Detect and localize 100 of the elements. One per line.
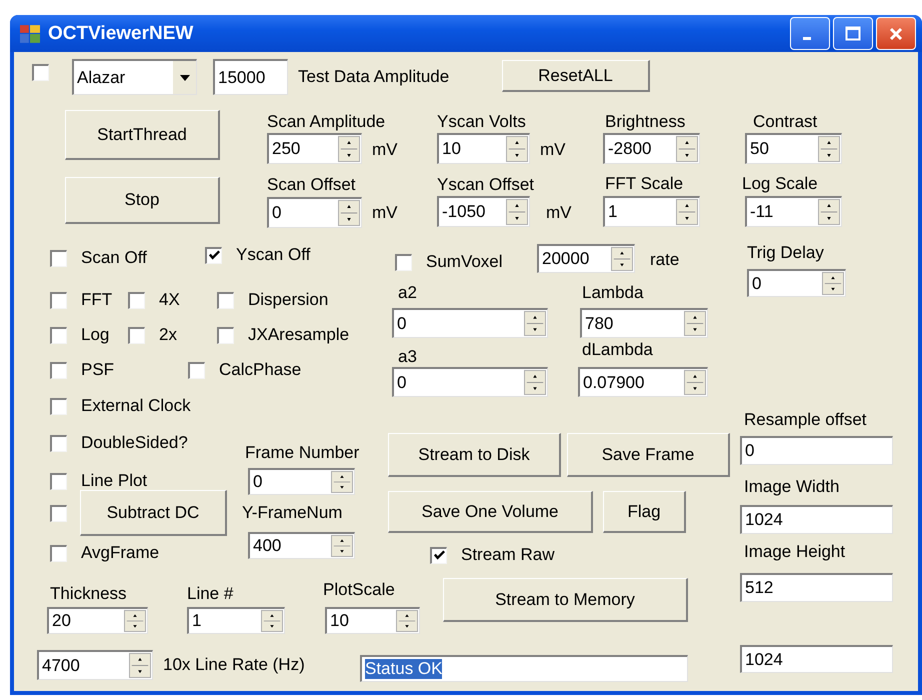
checkbox-label[interactable]: AvgFrame — [81, 542, 160, 564]
spinner-buttons[interactable] — [338, 200, 360, 226]
button[interactable]: Flag — [603, 491, 686, 533]
spinner-buttons[interactable] — [684, 370, 706, 395]
number-field[interactable]: 0.07900 — [578, 367, 708, 397]
checkbox[interactable] — [50, 250, 67, 266]
spinner-buttons[interactable] — [524, 311, 546, 336]
number-field[interactable]: 20000 — [537, 244, 635, 272]
button[interactable]: Stop — [65, 176, 220, 224]
checkbox[interactable] — [50, 434, 67, 452]
spinner-buttons[interactable] — [261, 610, 283, 632]
spinner-buttons[interactable] — [506, 198, 528, 224]
checkbox-label[interactable]: PSF — [81, 359, 114, 381]
spinner-buttons[interactable] — [506, 136, 528, 162]
dropdown[interactable]: Alazar — [72, 59, 197, 95]
text-field[interactable]: 15000 — [213, 59, 288, 95]
checkbox-label[interactable]: Dispersion — [248, 289, 328, 311]
number-field[interactable]: -1050 — [437, 196, 530, 226]
checkbox-label[interactable]: Log — [81, 324, 110, 346]
spinner-buttons[interactable] — [822, 272, 844, 295]
spinner-buttons[interactable] — [818, 136, 840, 162]
button[interactable]: Save Frame — [567, 433, 730, 477]
maximize-button[interactable] — [833, 17, 873, 50]
spinner-buttons[interactable] — [818, 198, 840, 224]
button[interactable]: Subtract DC — [80, 490, 227, 536]
text-field[interactable]: 1024 — [740, 504, 893, 534]
checkbox-label[interactable]: DoubleSided? — [81, 432, 188, 454]
checkbox[interactable] — [50, 362, 67, 378]
checkbox[interactable] — [128, 292, 145, 308]
text-field[interactable]: 512 — [740, 572, 893, 602]
field-label: Brightness — [605, 111, 686, 133]
spinner-buttons[interactable] — [331, 534, 353, 556]
checkbox[interactable] — [217, 292, 234, 308]
number-field[interactable]: 0 — [392, 367, 548, 397]
number-field[interactable]: -11 — [745, 196, 842, 226]
checkbox[interactable] — [217, 326, 234, 344]
checkbox[interactable] — [50, 472, 67, 490]
spinner-buttons[interactable] — [676, 198, 698, 224]
button[interactable]: Save One Volume — [388, 491, 593, 533]
field-label: dLambda — [582, 339, 653, 361]
spinner-buttons[interactable] — [338, 136, 360, 162]
checkbox-label[interactable]: JXAresample — [248, 324, 350, 346]
number-field[interactable]: 0 — [747, 269, 846, 297]
checkbox-label[interactable]: 2x — [159, 324, 177, 346]
spinner-buttons[interactable] — [611, 246, 633, 270]
number-field[interactable]: 10 — [437, 132, 530, 164]
checkbox[interactable] — [188, 362, 205, 378]
text-field[interactable]: Status OK — [360, 654, 688, 682]
close-button[interactable] — [876, 17, 916, 50]
checkbox-label[interactable]: FFT — [81, 289, 112, 311]
checkbox[interactable] — [430, 546, 447, 564]
button[interactable]: ResetALL — [502, 60, 650, 92]
checkbox-label[interactable]: Line Plot — [81, 470, 148, 492]
checkbox[interactable] — [50, 504, 67, 522]
number-field[interactable]: 0 — [392, 308, 548, 338]
field-label: Lambda — [582, 282, 644, 304]
checkbox[interactable] — [395, 254, 412, 270]
text-field[interactable]: 0 — [740, 436, 893, 464]
number-field[interactable]: 10 — [325, 606, 420, 634]
number-field[interactable]: 780 — [580, 308, 708, 338]
spinner-buttons[interactable] — [129, 653, 151, 678]
field-label: rate — [650, 249, 680, 271]
number-field[interactable]: -2800 — [603, 132, 700, 164]
spinner-buttons[interactable] — [676, 136, 698, 162]
checkbox[interactable] — [32, 64, 49, 80]
checkbox[interactable] — [50, 544, 67, 562]
number-field[interactable]: 1 — [603, 196, 700, 226]
number-field[interactable]: 400 — [248, 532, 355, 558]
spinner-buttons[interactable] — [524, 370, 546, 395]
field-label: Scan Offset — [267, 174, 356, 196]
checkbox-label[interactable]: Stream Raw — [461, 544, 555, 566]
checkbox[interactable] — [205, 246, 222, 264]
checkbox-label[interactable]: External Clock — [81, 395, 191, 417]
checkbox-label[interactable]: CalcPhase — [219, 359, 302, 381]
minimize-button[interactable] — [790, 17, 830, 50]
checkbox[interactable] — [50, 326, 67, 344]
text-field[interactable]: 1024 — [740, 645, 893, 673]
spinner-buttons[interactable] — [396, 610, 418, 632]
number-field[interactable]: 1 — [187, 606, 285, 634]
checkbox-label[interactable]: SumVoxel — [426, 251, 503, 273]
number-field[interactable]: 4700 — [37, 650, 153, 680]
field-label: 10x Line Rate (Hz) — [163, 654, 305, 676]
spinner-buttons[interactable] — [331, 470, 353, 492]
spinner-buttons[interactable] — [124, 610, 146, 632]
checkbox-label[interactable]: 4X — [159, 289, 180, 311]
spinner-buttons[interactable] — [684, 311, 706, 336]
number-field[interactable]: 0 — [248, 468, 355, 494]
number-field[interactable]: 0 — [267, 196, 362, 228]
checkbox-label[interactable]: Scan Off — [81, 247, 147, 269]
checkbox[interactable] — [50, 292, 67, 308]
checkbox-label[interactable]: Yscan Off — [236, 244, 310, 266]
button[interactable]: Stream to Disk — [388, 433, 561, 477]
button[interactable]: Stream to Memory — [443, 578, 688, 622]
number-field[interactable]: 20 — [47, 606, 148, 634]
number-field[interactable]: 250 — [267, 132, 362, 164]
button[interactable]: StartThread — [65, 110, 220, 160]
checkbox[interactable] — [50, 398, 67, 414]
number-field[interactable]: 50 — [745, 132, 842, 164]
checkbox[interactable] — [128, 326, 145, 344]
caret-icon — [178, 74, 190, 82]
